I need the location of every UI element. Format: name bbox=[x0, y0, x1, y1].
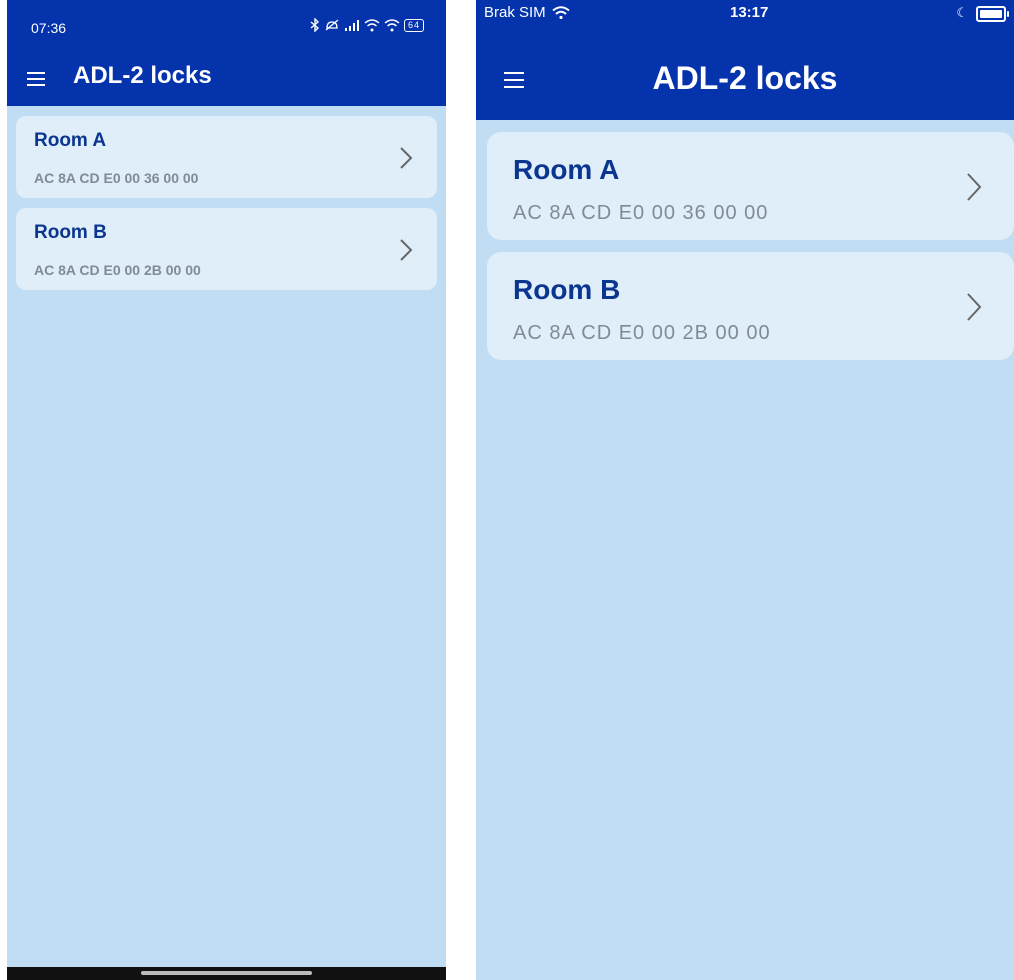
signal-icon bbox=[344, 20, 359, 31]
mute-icon bbox=[325, 19, 339, 31]
system-icons: 64 bbox=[310, 18, 424, 32]
wifi-icon bbox=[364, 18, 380, 31]
chevron-right-icon bbox=[967, 293, 982, 321]
carrier-text: Brak SIM bbox=[484, 4, 546, 21]
lock-list: Room A AC 8A CD E0 00 36 00 00 Room B AC… bbox=[476, 120, 1014, 360]
moon-icon: ☾ bbox=[956, 5, 968, 20]
lock-address: AC 8A CD E0 00 36 00 00 bbox=[34, 170, 199, 186]
wifi-icon-2 bbox=[384, 18, 400, 31]
bluetooth-icon bbox=[310, 18, 320, 32]
carrier-label: Brak SIM bbox=[484, 4, 570, 21]
status-bar: Brak SIM 13:17 ☾ bbox=[476, 0, 1014, 40]
battery-icon bbox=[976, 6, 1009, 22]
chevron-right-icon bbox=[400, 239, 413, 261]
lock-address: AC 8A CD E0 00 2B 00 00 bbox=[34, 262, 201, 278]
chevron-right-icon bbox=[400, 147, 413, 169]
lock-item-room-b[interactable]: Room B AC 8A CD E0 00 2B 00 00 bbox=[16, 208, 437, 290]
lock-name: Room A bbox=[513, 154, 620, 185]
lock-list: Room A AC 8A CD E0 00 36 00 00 Room B AC… bbox=[7, 106, 446, 290]
home-indicator[interactable] bbox=[141, 971, 312, 975]
lock-name: Room B bbox=[34, 222, 107, 243]
lock-name: Room B bbox=[513, 274, 621, 305]
app-bar: ADL-2 locks bbox=[476, 40, 1014, 120]
status-time: 13:17 bbox=[730, 4, 769, 21]
lock-item-room-a[interactable]: Room A AC 8A CD E0 00 36 00 00 bbox=[487, 132, 1014, 240]
menu-icon[interactable] bbox=[27, 72, 45, 86]
app-bar: ADL-2 locks bbox=[7, 58, 446, 106]
status-time: 07:36 bbox=[31, 20, 67, 36]
wifi-icon bbox=[552, 6, 570, 19]
page-title: ADL-2 locks bbox=[652, 60, 838, 96]
lock-item-room-a[interactable]: Room A AC 8A CD E0 00 36 00 00 bbox=[16, 116, 437, 198]
lock-address: AC 8A CD E0 00 2B 00 00 bbox=[513, 322, 771, 344]
lock-item-room-b[interactable]: Room B AC 8A CD E0 00 2B 00 00 bbox=[487, 252, 1014, 360]
navigation-bar bbox=[7, 967, 446, 980]
lock-address: AC 8A CD E0 00 36 00 00 bbox=[513, 202, 769, 224]
page-title: ADL-2 locks bbox=[73, 62, 212, 89]
status-bar: 07:36 64 bbox=[7, 0, 446, 58]
lock-name: Room A bbox=[34, 130, 107, 151]
chevron-right-icon bbox=[967, 173, 982, 201]
ios-screen: Brak SIM 13:17 ☾ ADL-2 locks Room A AC 8… bbox=[476, 0, 1014, 980]
battery-icon: 64 bbox=[403, 18, 424, 32]
android-screen: 07:36 64 ADL-2 locks Room A AC 8A CD E0 … bbox=[7, 0, 446, 980]
